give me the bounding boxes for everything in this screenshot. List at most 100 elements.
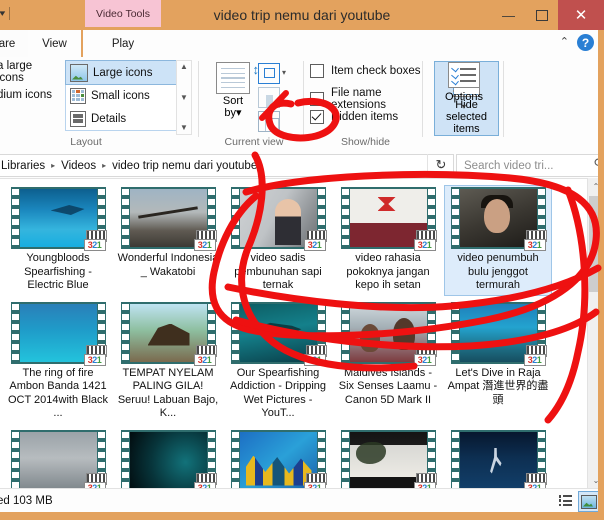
status-text: ed 103 MB <box>0 495 53 507</box>
file-item[interactable]: 321 <box>224 428 332 489</box>
layout-item-small-icons[interactable]: Small icons <box>66 84 176 107</box>
tab-strip-filler <box>163 30 604 57</box>
breadcrumb-current-folder[interactable]: video trip nemu dari youtube <box>112 160 257 172</box>
layout-left-column: a large icons dium icons <box>0 60 62 106</box>
media-player-badge-icon: 321 <box>303 230 328 251</box>
file-thumbnail: 321 <box>450 429 548 489</box>
details-view-button[interactable] <box>555 491 575 510</box>
large-icons-view-button[interactable] <box>578 491 600 512</box>
layout-item-large-icons[interactable]: Large icons <box>65 60 177 85</box>
file-item[interactable]: 321 video penumbuh bulu jenggot termurah <box>444 185 552 296</box>
file-grid: 321 Youngbloods Spearfishing - Electric B… <box>4 185 580 489</box>
file-item[interactable]: 321 TEMPAT NYELAM PALING GILA! Seruu! Lab… <box>114 300 222 424</box>
layout-item-extra-large-icons[interactable]: a large icons <box>0 60 62 84</box>
large-icons-icon <box>70 63 88 82</box>
tab-share-label: are <box>0 37 16 50</box>
media-player-badge-icon: 321 <box>303 344 328 366</box>
checkbox-label: File name extensions <box>331 87 386 111</box>
scroll-down-icon[interactable]: ▼ <box>180 93 188 102</box>
file-name-label: Youngbloods Spearfishing - Electric Blue <box>24 252 92 291</box>
navigation-pane-caret-icon[interactable]: ▾ <box>282 69 286 77</box>
breadcrumb-separator-icon: ▸ <box>51 161 56 170</box>
media-player-badge-icon: 321 <box>303 472 328 489</box>
file-name-label: Wonderful Indonesia _ Wakatobi <box>117 252 219 278</box>
file-grid-area[interactable]: 321 Youngbloods Spearfishing - Electric B… <box>0 178 604 489</box>
file-thumbnail: 321 <box>230 301 328 366</box>
quick-access-caret-icon[interactable]: ▾ <box>0 8 5 18</box>
checkbox-label: Hidden items <box>331 111 399 123</box>
minimize-button[interactable]: — <box>492 0 525 30</box>
breadcrumb-libraries[interactable]: Libraries <box>1 160 45 172</box>
file-item[interactable]: 321 <box>4 428 112 489</box>
checkbox-icon[interactable] <box>310 92 324 106</box>
media-player-badge-icon: 321 <box>193 472 218 489</box>
options-icon <box>448 62 480 88</box>
file-item[interactable]: 321 <box>444 428 552 489</box>
maximize-button[interactable] <box>525 0 558 30</box>
file-item[interactable]: 321 video rahasia pokoknya jangan kepo ih… <box>334 185 442 296</box>
layout-item-medium-icons[interactable]: dium icons <box>0 83 62 106</box>
quick-access-toolbar[interactable]: ▾ <box>0 4 10 22</box>
size-marker-icon: ↔ <box>266 109 274 119</box>
layout-item-details[interactable]: Details <box>66 107 176 130</box>
breadcrumb[interactable]: Libraries ▸ Videos ▸ video trip nemu dar… <box>0 154 454 177</box>
group-divider <box>422 61 423 137</box>
media-player-badge-icon: 321 <box>83 344 108 366</box>
layout-view-list: Large icons Small icons Details <box>65 60 177 131</box>
file-item[interactable]: 321 Wonderful Indonesia _ Wakatobi <box>114 185 222 296</box>
media-player-badge-icon: 321 <box>523 472 548 489</box>
checkbox-item-check-boxes[interactable]: Item check boxes <box>310 64 420 78</box>
options-caret-icon[interactable]: ▾ <box>433 103 495 111</box>
file-item[interactable]: 321 Let's Dive in Raja Ampat 潛進世界的盡頭 <box>444 300 552 424</box>
options-button[interactable]: Options ▾ <box>433 62 495 111</box>
scroll-more-icon[interactable]: ▼ <box>180 124 188 132</box>
checkbox-hidden-items[interactable]: Hidden items <box>310 110 398 124</box>
add-columns-icon[interactable] <box>258 86 280 108</box>
checkbox-icon[interactable] <box>310 64 324 78</box>
media-player-badge-icon: 321 <box>413 344 438 366</box>
tab-view[interactable]: View <box>28 30 81 57</box>
media-player-badge-icon: 321 <box>413 472 438 489</box>
navigation-pane-icon[interactable] <box>258 62 280 84</box>
file-item[interactable]: 321 The ring of fire Ambon Banda 1421 OCT… <box>4 300 112 424</box>
ribbon-group-show-hide: Item check boxes File name extensions Hi… <box>306 57 499 150</box>
sort-by-caret-icon[interactable]: ▾ <box>236 107 242 119</box>
breadcrumb-videos[interactable]: Videos <box>61 160 96 172</box>
refresh-button[interactable]: ↻ <box>427 154 454 175</box>
file-name-label: video sadis pembunuhan sapi ternak <box>234 252 322 291</box>
size-all-columns-icon[interactable]: ↔ <box>258 109 280 132</box>
search-input[interactable]: Search video tri... <box>456 154 604 177</box>
file-item[interactable]: 321 <box>114 428 222 489</box>
small-icons-icon <box>70 87 86 104</box>
tab-play[interactable]: Play <box>83 30 163 57</box>
ribbon-group-options: Options ▾ <box>425 57 505 150</box>
file-item[interactable]: 321 <box>334 428 442 489</box>
window-right-frame <box>598 30 604 512</box>
video-tools-text: Video Tools <box>96 7 150 20</box>
help-icon[interactable]: ? <box>577 34 594 51</box>
scroll-up-icon[interactable]: ▲ <box>180 63 188 71</box>
media-player-badge-icon: 321 <box>523 344 548 366</box>
file-thumbnail: 321 <box>230 187 328 251</box>
sort-by-button[interactable]: ↕ Sort by▾ <box>210 62 259 119</box>
file-name-label: The ring of fire Ambon Banda 1421 OCT 20… <box>7 366 109 420</box>
navigation-pane-row[interactable]: ▾ <box>258 61 302 85</box>
size-columns-row[interactable]: ↔ <box>258 109 302 133</box>
file-item[interactable]: 321 Our Spearfishing Addiction - Dripping… <box>224 300 332 424</box>
file-item[interactable]: 321 Youngbloods Spearfishing - Electric B… <box>4 185 112 296</box>
file-thumbnail: 321 <box>340 301 438 366</box>
file-item[interactable]: 321 video sadis pembunuhan sapi ternak <box>224 185 332 296</box>
checkbox-checked-icon[interactable] <box>310 110 324 124</box>
details-view-icon <box>558 495 572 506</box>
add-columns-row[interactable]: ▾ <box>258 85 302 109</box>
tab-share[interactable]: are <box>0 30 28 57</box>
file-item[interactable]: 321 Maldives Islands - Six Senses Laamu -… <box>334 300 442 424</box>
checkbox-file-name-extensions[interactable]: File name extensions <box>310 87 425 111</box>
add-columns-caret-icon[interactable]: ▾ <box>282 93 286 101</box>
file-name-label: video rahasia pokoknya jangan kepo ih se… <box>346 252 430 291</box>
close-button[interactable]: ✕ <box>558 0 604 30</box>
layout-list-scrollbar[interactable]: ▲ ▼ ▼ <box>176 60 192 135</box>
window-bottom-frame <box>0 512 604 520</box>
collapse-ribbon-button[interactable]: ⌃ <box>560 35 569 48</box>
media-player-badge-icon: 321 <box>193 230 218 251</box>
